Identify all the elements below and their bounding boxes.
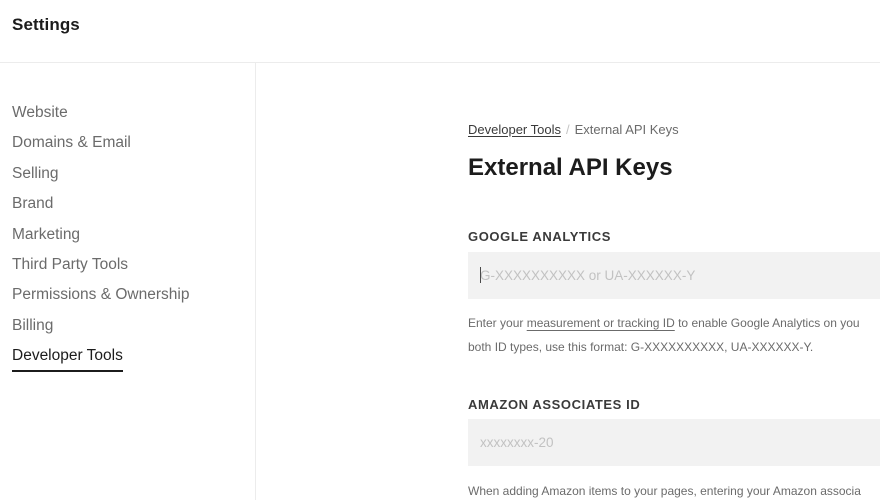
settings-title: Settings <box>12 15 80 34</box>
breadcrumb: Developer Tools / External API Keys <box>468 122 679 137</box>
sidebar-item-developer-tools[interactable]: Developer Tools <box>12 344 189 374</box>
breadcrumb-separator: / <box>565 122 570 137</box>
sidebar-item-label: Developer Tools <box>12 345 123 373</box>
main-content: Developer Tools / External API Keys Extern… <box>257 63 880 500</box>
settings-sidebar: Website Domains & Email Selling Brand Ma… <box>0 63 256 500</box>
sidebar-item-domains-email[interactable]: Domains & Email <box>12 131 189 161</box>
breadcrumb-developer-tools-link[interactable]: Developer Tools <box>468 122 561 137</box>
page-title: External API Keys <box>468 154 673 181</box>
sidebar-item-third-party-tools[interactable]: Third Party Tools <box>12 253 189 283</box>
google-analytics-input[interactable] <box>468 252 880 299</box>
sidebar-item-label: Marketing <box>12 225 81 243</box>
measurement-tracking-id-link[interactable]: measurement or tracking ID <box>527 316 675 330</box>
google-analytics-help-line1: Enter your measurement or tracking ID to… <box>468 311 880 335</box>
sidebar-item-label: Selling <box>12 164 59 182</box>
amazon-associates-help: When adding Amazon items to your pages, … <box>468 479 880 500</box>
sidebar-item-label: Third Party Tools <box>12 255 129 273</box>
help-text: Enter your <box>468 316 527 330</box>
sidebar-item-label: Permissions & Ownership <box>12 286 190 304</box>
google-analytics-help: Enter your measurement or tracking ID to… <box>468 311 880 359</box>
amazon-associates-label: AMAZON ASSOCIATES ID <box>468 397 641 412</box>
help-text: to enable Google Analytics on you <box>674 316 860 330</box>
sidebar-item-selling[interactable]: Selling <box>12 162 189 192</box>
settings-nav: Website Domains & Email Selling Brand Ma… <box>12 101 189 375</box>
google-analytics-label: GOOGLE ANALYTICS <box>468 229 611 244</box>
sidebar-item-marketing[interactable]: Marketing <box>12 223 189 253</box>
text-cursor <box>480 267 481 283</box>
sidebar-item-permissions-ownership[interactable]: Permissions & Ownership <box>12 283 189 313</box>
sidebar-item-website[interactable]: Website <box>12 101 189 131</box>
sidebar-item-billing[interactable]: Billing <box>12 314 189 344</box>
sidebar-item-label: Billing <box>12 316 54 334</box>
sidebar-item-label: Brand <box>12 195 54 213</box>
amazon-associates-help-line1: When adding Amazon items to your pages, … <box>468 484 861 498</box>
google-analytics-help-line2: both ID types, use this format: G-XXXXXX… <box>468 340 814 354</box>
sidebar-item-brand[interactable]: Brand <box>12 192 189 222</box>
settings-header: Settings <box>0 0 880 63</box>
breadcrumb-current: External API Keys <box>574 122 679 137</box>
sidebar-item-label: Domains & Email <box>12 134 131 152</box>
sidebar-item-label: Website <box>12 104 68 121</box>
amazon-associates-input[interactable] <box>468 419 880 466</box>
